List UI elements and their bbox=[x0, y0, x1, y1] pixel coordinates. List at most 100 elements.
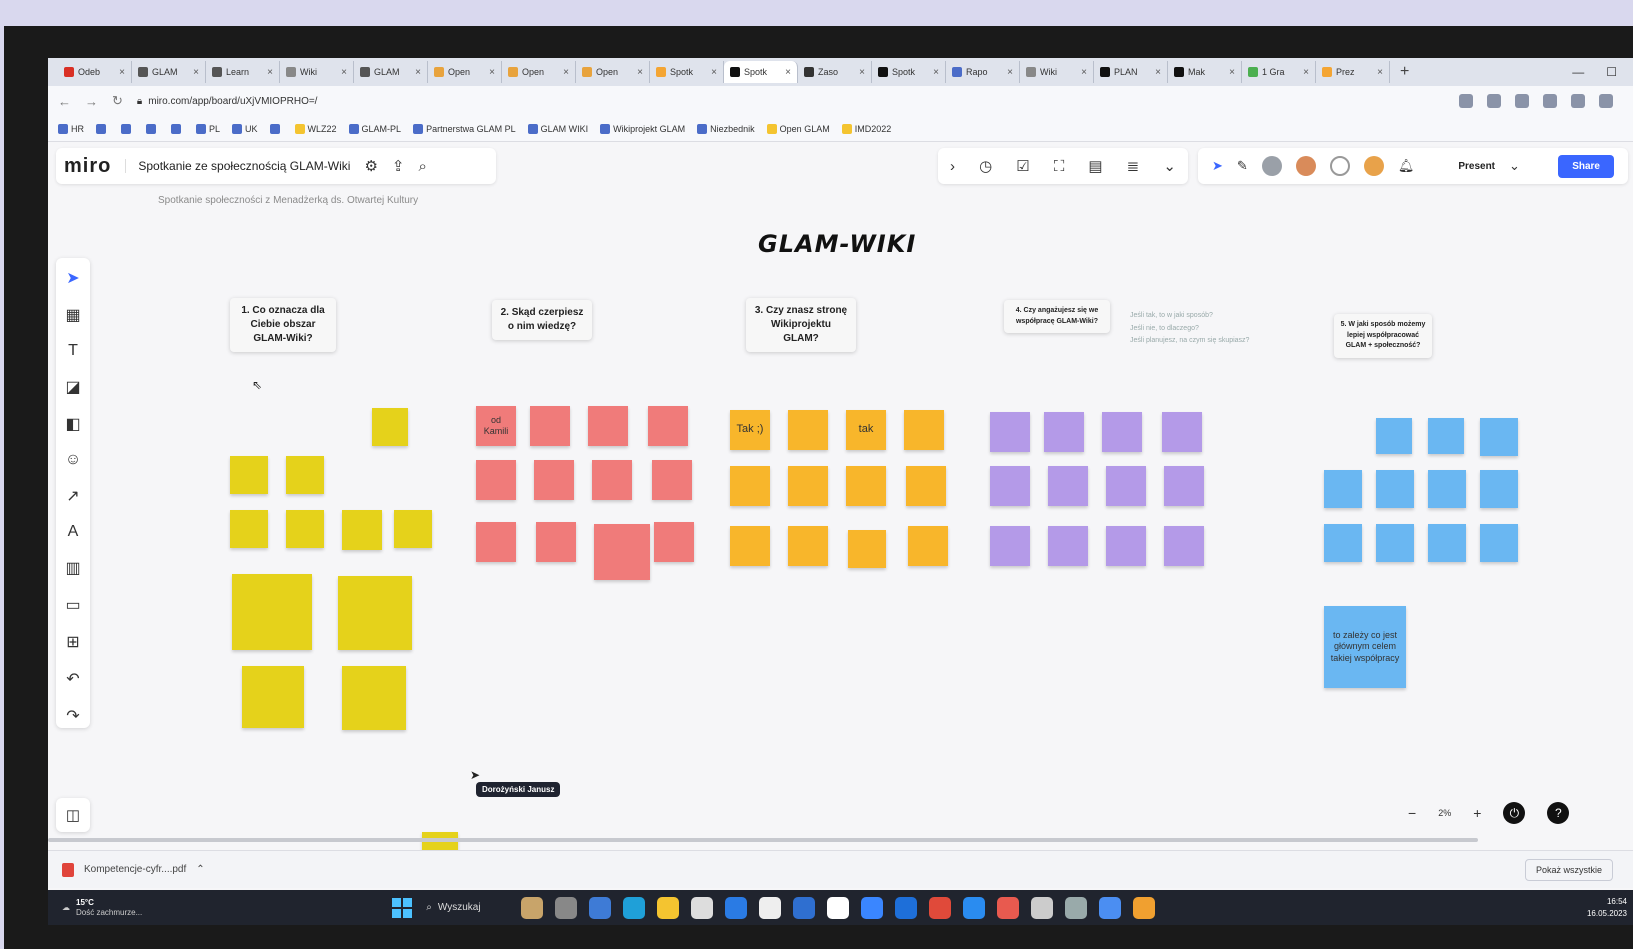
templates-icon[interactable]: ▦ bbox=[65, 305, 80, 325]
browser-tab[interactable]: Spotk × bbox=[650, 61, 724, 83]
sticky-note-purple[interactable] bbox=[1106, 466, 1146, 506]
taskbar-app-icon[interactable] bbox=[758, 896, 781, 919]
sticky-note-purple[interactable] bbox=[1106, 526, 1146, 566]
chevron-down-icon[interactable]: ⌄ bbox=[1509, 158, 1520, 174]
present-button[interactable]: Present bbox=[1458, 161, 1495, 172]
bookmark-star-icon[interactable] bbox=[1487, 94, 1501, 108]
subquestion[interactable]: Jeśli tak, to w jaki sposób? bbox=[1130, 310, 1249, 323]
notifications-bell-icon[interactable]: 🔔︎ bbox=[1398, 158, 1415, 174]
notes-icon[interactable]: ▤ bbox=[1088, 157, 1102, 175]
browser-tab[interactable]: Wiki × bbox=[280, 61, 354, 83]
timer-icon[interactable]: ◷ bbox=[979, 157, 992, 175]
close-tab-icon[interactable]: × bbox=[119, 67, 125, 78]
bookmark-item[interactable]: Partnerstwa GLAM PL bbox=[413, 123, 516, 134]
shapes-tool-icon[interactable]: ◧ bbox=[65, 414, 80, 434]
sticky-note-yellow[interactable] bbox=[230, 510, 268, 548]
close-tab-icon[interactable]: × bbox=[933, 67, 939, 78]
extension-icon[interactable] bbox=[1543, 94, 1557, 108]
settings-icon[interactable]: ⚙ bbox=[364, 157, 377, 175]
bookmark-item[interactable]: UK bbox=[232, 123, 258, 134]
sticky-note-blue[interactable] bbox=[1324, 470, 1362, 508]
browser-tab[interactable]: Odeb × bbox=[58, 61, 132, 83]
sticky-note-yellow[interactable] bbox=[242, 666, 304, 728]
text-tool-icon[interactable]: T bbox=[68, 342, 78, 360]
download-filename[interactable]: Kompetencje-cyfr....pdf bbox=[84, 864, 186, 875]
subquestion[interactable]: Jeśli nie, to dlaczego? bbox=[1130, 323, 1249, 336]
sticky-note-purple[interactable] bbox=[1164, 526, 1204, 566]
system-clock[interactable]: 16:54 16.05.2023 bbox=[1587, 896, 1627, 918]
browser-tab[interactable]: Learn × bbox=[206, 61, 280, 83]
browser-tab[interactable]: Open × bbox=[428, 61, 502, 83]
taskbar-app-icon[interactable] bbox=[588, 896, 611, 919]
sticky-note-yellow[interactable] bbox=[394, 510, 432, 548]
taskbar-app-icon[interactable] bbox=[860, 896, 883, 919]
back-icon[interactable]: ← bbox=[58, 94, 71, 109]
zoom-in-button[interactable]: + bbox=[1473, 805, 1481, 821]
sticky-note-orange[interactable]: tak bbox=[846, 410, 886, 450]
taskbar-app-icon[interactable] bbox=[690, 896, 713, 919]
sticky-note-yellow[interactable] bbox=[232, 574, 312, 650]
taskbar-app-icon[interactable] bbox=[656, 896, 679, 919]
horizontal-scrollbar[interactable] bbox=[48, 838, 1478, 842]
sticky-note-purple[interactable] bbox=[1102, 412, 1142, 452]
browser-tab[interactable]: Mak × bbox=[1168, 61, 1242, 83]
sticky-note-tool-icon[interactable]: ◪ bbox=[65, 377, 80, 397]
browser-tab[interactable]: GLAM × bbox=[132, 61, 206, 83]
bookmark-item[interactable] bbox=[269, 123, 283, 134]
taskbar-app-icon[interactable] bbox=[1064, 896, 1087, 919]
sticky-note-blue[interactable] bbox=[1480, 470, 1518, 508]
sticky-note-blue[interactable] bbox=[1376, 470, 1414, 508]
bookmark-item[interactable]: Open GLAM bbox=[766, 123, 830, 134]
browser-tab[interactable]: PLAN × bbox=[1094, 61, 1168, 83]
sticky-note-red[interactable] bbox=[534, 460, 574, 500]
share-button[interactable]: Share bbox=[1558, 154, 1614, 178]
sticky-note-yellow[interactable] bbox=[286, 456, 324, 494]
sticky-note-purple[interactable] bbox=[1162, 412, 1202, 452]
browser-tab[interactable]: Zaso × bbox=[798, 61, 872, 83]
bookmark-item[interactable] bbox=[171, 123, 184, 134]
close-tab-icon[interactable]: × bbox=[1303, 67, 1309, 78]
panel-toggle-icon[interactable]: ◫ bbox=[56, 798, 90, 832]
bookmark-item[interactable]: WLZ22 bbox=[294, 123, 337, 134]
close-tab-icon[interactable]: × bbox=[1155, 67, 1161, 78]
maximize-icon[interactable]: ☐ bbox=[1606, 65, 1617, 79]
close-tab-icon[interactable]: × bbox=[563, 67, 569, 78]
close-tab-icon[interactable]: × bbox=[859, 67, 865, 78]
more-icon[interactable]: ⌄ bbox=[1163, 157, 1176, 175]
add-apps-icon[interactable]: ⊞ bbox=[66, 632, 79, 652]
sticky-note-red[interactable] bbox=[648, 406, 688, 446]
sticky-note-purple[interactable] bbox=[1044, 412, 1084, 452]
sticky-note-orange[interactable] bbox=[788, 410, 828, 450]
taskbar-app-icon[interactable] bbox=[724, 896, 747, 919]
taskbar-app-icon[interactable] bbox=[826, 896, 849, 919]
close-tab-icon[interactable]: × bbox=[785, 67, 791, 78]
sticky-note-red[interactable] bbox=[530, 406, 570, 446]
taskbar-app-icon[interactable] bbox=[520, 896, 543, 919]
sticky-note-blue[interactable] bbox=[1376, 524, 1414, 562]
sticky-note-red[interactable] bbox=[654, 522, 694, 562]
sticky-note-purple[interactable] bbox=[990, 412, 1030, 452]
close-tab-icon[interactable]: × bbox=[341, 67, 347, 78]
sticky-note-orange[interactable] bbox=[904, 410, 944, 450]
fit-screen-icon[interactable]: ⏻ bbox=[1503, 802, 1526, 824]
reload-icon[interactable]: ↻ bbox=[112, 93, 123, 109]
close-tab-icon[interactable]: × bbox=[415, 67, 421, 78]
taskbar-app-icon[interactable] bbox=[1132, 896, 1155, 919]
sticky-note-purple[interactable] bbox=[990, 526, 1030, 566]
bookmark-item[interactable]: HR bbox=[58, 123, 84, 134]
pen-tool-icon[interactable]: A bbox=[68, 523, 79, 541]
taskbar-search[interactable]: ⌕ Wyszukaj bbox=[426, 902, 480, 913]
cursor-icon[interactable]: ➤ bbox=[1212, 158, 1223, 174]
close-tab-icon[interactable]: × bbox=[489, 67, 495, 78]
bookmark-item[interactable]: IMD2022 bbox=[841, 123, 891, 134]
weather-widget[interactable]: ☁ 15°C Dość zachmurze... bbox=[62, 898, 142, 917]
taskbar-app-icon[interactable] bbox=[996, 896, 1019, 919]
sticky-note-purple[interactable] bbox=[1048, 526, 1088, 566]
extension-icon[interactable] bbox=[1515, 94, 1529, 108]
show-all-downloads-button[interactable]: Pokaż wszystkie bbox=[1524, 858, 1613, 881]
frame-label[interactable]: Spotkanie społeczności z Menadżerką ds. … bbox=[158, 195, 418, 206]
capture-icon[interactable]: ⛶ bbox=[1054, 158, 1065, 175]
question-card-1[interactable]: 1. Co oznacza dla Ciebie obszar GLAM-Wik… bbox=[230, 298, 336, 352]
zoom-level[interactable]: 2% bbox=[1438, 808, 1451, 818]
bookmark-item[interactable] bbox=[96, 123, 109, 134]
